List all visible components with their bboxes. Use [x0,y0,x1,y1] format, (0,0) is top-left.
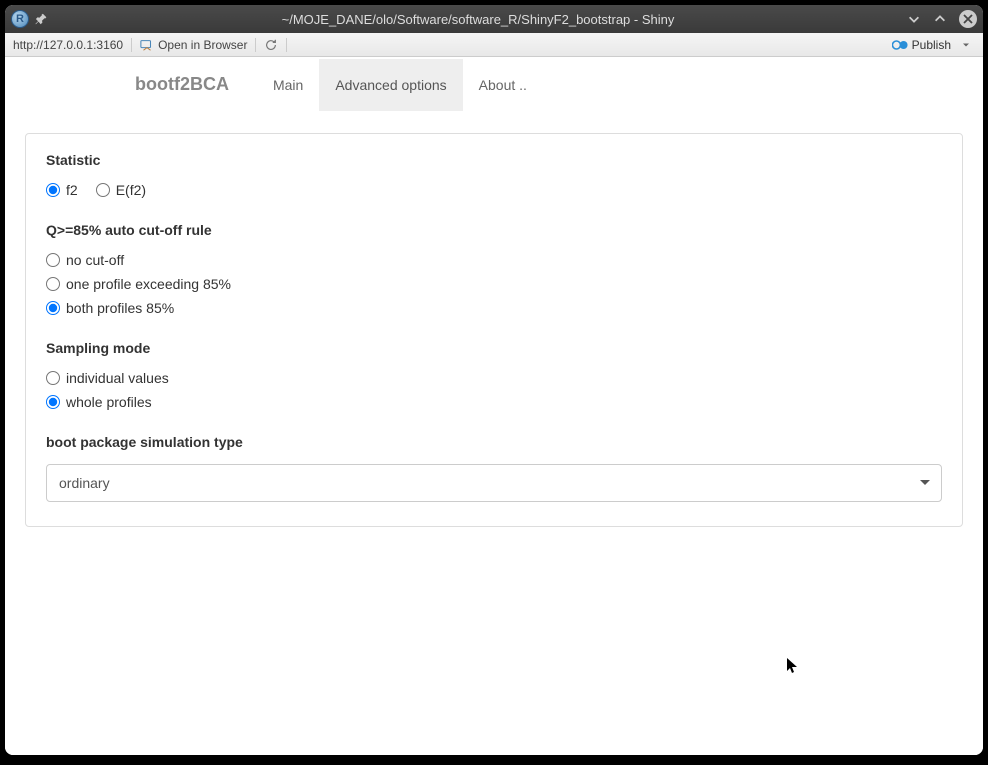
cutoff-radio-one[interactable] [46,277,60,291]
pin-icon[interactable] [35,12,49,26]
chevron-up-icon[interactable] [933,12,947,26]
dropdown-caret-icon [961,40,971,50]
tab-about[interactable]: About .. [463,59,543,111]
statistic-radio-f2[interactable] [46,183,60,197]
sampling-option-whole[interactable]: whole profiles [46,394,942,410]
titlebar-controls [907,10,977,28]
titlebar-left: R [11,10,49,28]
cutoff-option-both[interactable]: both profiles 85% [46,300,942,316]
cutoff-option-none[interactable]: no cut-off [46,252,942,268]
statistic-option-label: f2 [66,182,78,198]
open-browser-label: Open in Browser [158,38,247,52]
publish-label: Publish [912,38,951,52]
tab-main[interactable]: Main [257,59,319,111]
cutoff-radio-group: no cut-off one profile exceeding 85% bot… [46,252,942,316]
navbar-brand: bootf2BCA [135,74,229,95]
sampling-option-individual[interactable]: individual values [46,370,942,386]
titlebar: R ~/MOJE_DANE/olo/Software/software_R/Sh… [5,5,983,33]
main-panel: Statistic f2 E(f2) Q>=85% auto cut-off r… [5,113,983,547]
cutoff-radio-none[interactable] [46,253,60,267]
sampling-radio-whole[interactable] [46,395,60,409]
options-card: Statistic f2 E(f2) Q>=85% auto cut-off r… [25,133,963,527]
statistic-radio-ef2[interactable] [96,183,110,197]
app-content: bootf2BCA Main Advanced options About ..… [5,57,983,755]
simtype-select-wrapper: ordinary [46,464,942,502]
statistic-option-f2[interactable]: f2 [46,182,78,198]
publish-button[interactable]: Publish [888,38,975,52]
close-button[interactable] [959,10,977,28]
open-browser-button[interactable]: Open in Browser [132,38,256,52]
tab-advanced-options[interactable]: Advanced options [319,59,462,111]
statistic-option-ef2[interactable]: E(f2) [96,182,146,198]
navbar: bootf2BCA Main Advanced options About .. [5,57,983,113]
window-title: ~/MOJE_DANE/olo/Software/software_R/Shin… [49,12,907,27]
publish-icon [892,39,908,51]
statistic-option-label: E(f2) [116,182,146,198]
sampling-option-label: individual values [66,370,169,386]
refresh-button[interactable] [256,38,287,52]
simtype-select[interactable]: ordinary [46,464,942,502]
sampling-label: Sampling mode [46,340,942,356]
simtype-selected: ordinary [59,475,110,491]
statistic-label: Statistic [46,152,942,168]
browser-toolbar: http://127.0.0.1:3160 Open in Browser Pu… [5,33,983,57]
cutoff-label: Q>=85% auto cut-off rule [46,222,942,238]
sampling-option-label: whole profiles [66,394,152,410]
statistic-radio-group: f2 E(f2) [46,182,942,198]
chevron-down-icon[interactable] [907,12,921,26]
cutoff-option-one[interactable]: one profile exceeding 85% [46,276,942,292]
simtype-label: boot package simulation type [46,434,942,450]
cutoff-option-label: one profile exceeding 85% [66,276,231,292]
r-logo-icon: R [11,10,29,28]
cutoff-option-label: both profiles 85% [66,300,174,316]
app-window: R ~/MOJE_DANE/olo/Software/software_R/Sh… [5,5,983,755]
url-display: http://127.0.0.1:3160 [13,38,132,52]
refresh-icon [264,38,278,52]
cutoff-radio-both[interactable] [46,301,60,315]
sampling-radio-individual[interactable] [46,371,60,385]
browser-icon [140,38,154,52]
cutoff-option-label: no cut-off [66,252,124,268]
sampling-radio-group: individual values whole profiles [46,370,942,410]
